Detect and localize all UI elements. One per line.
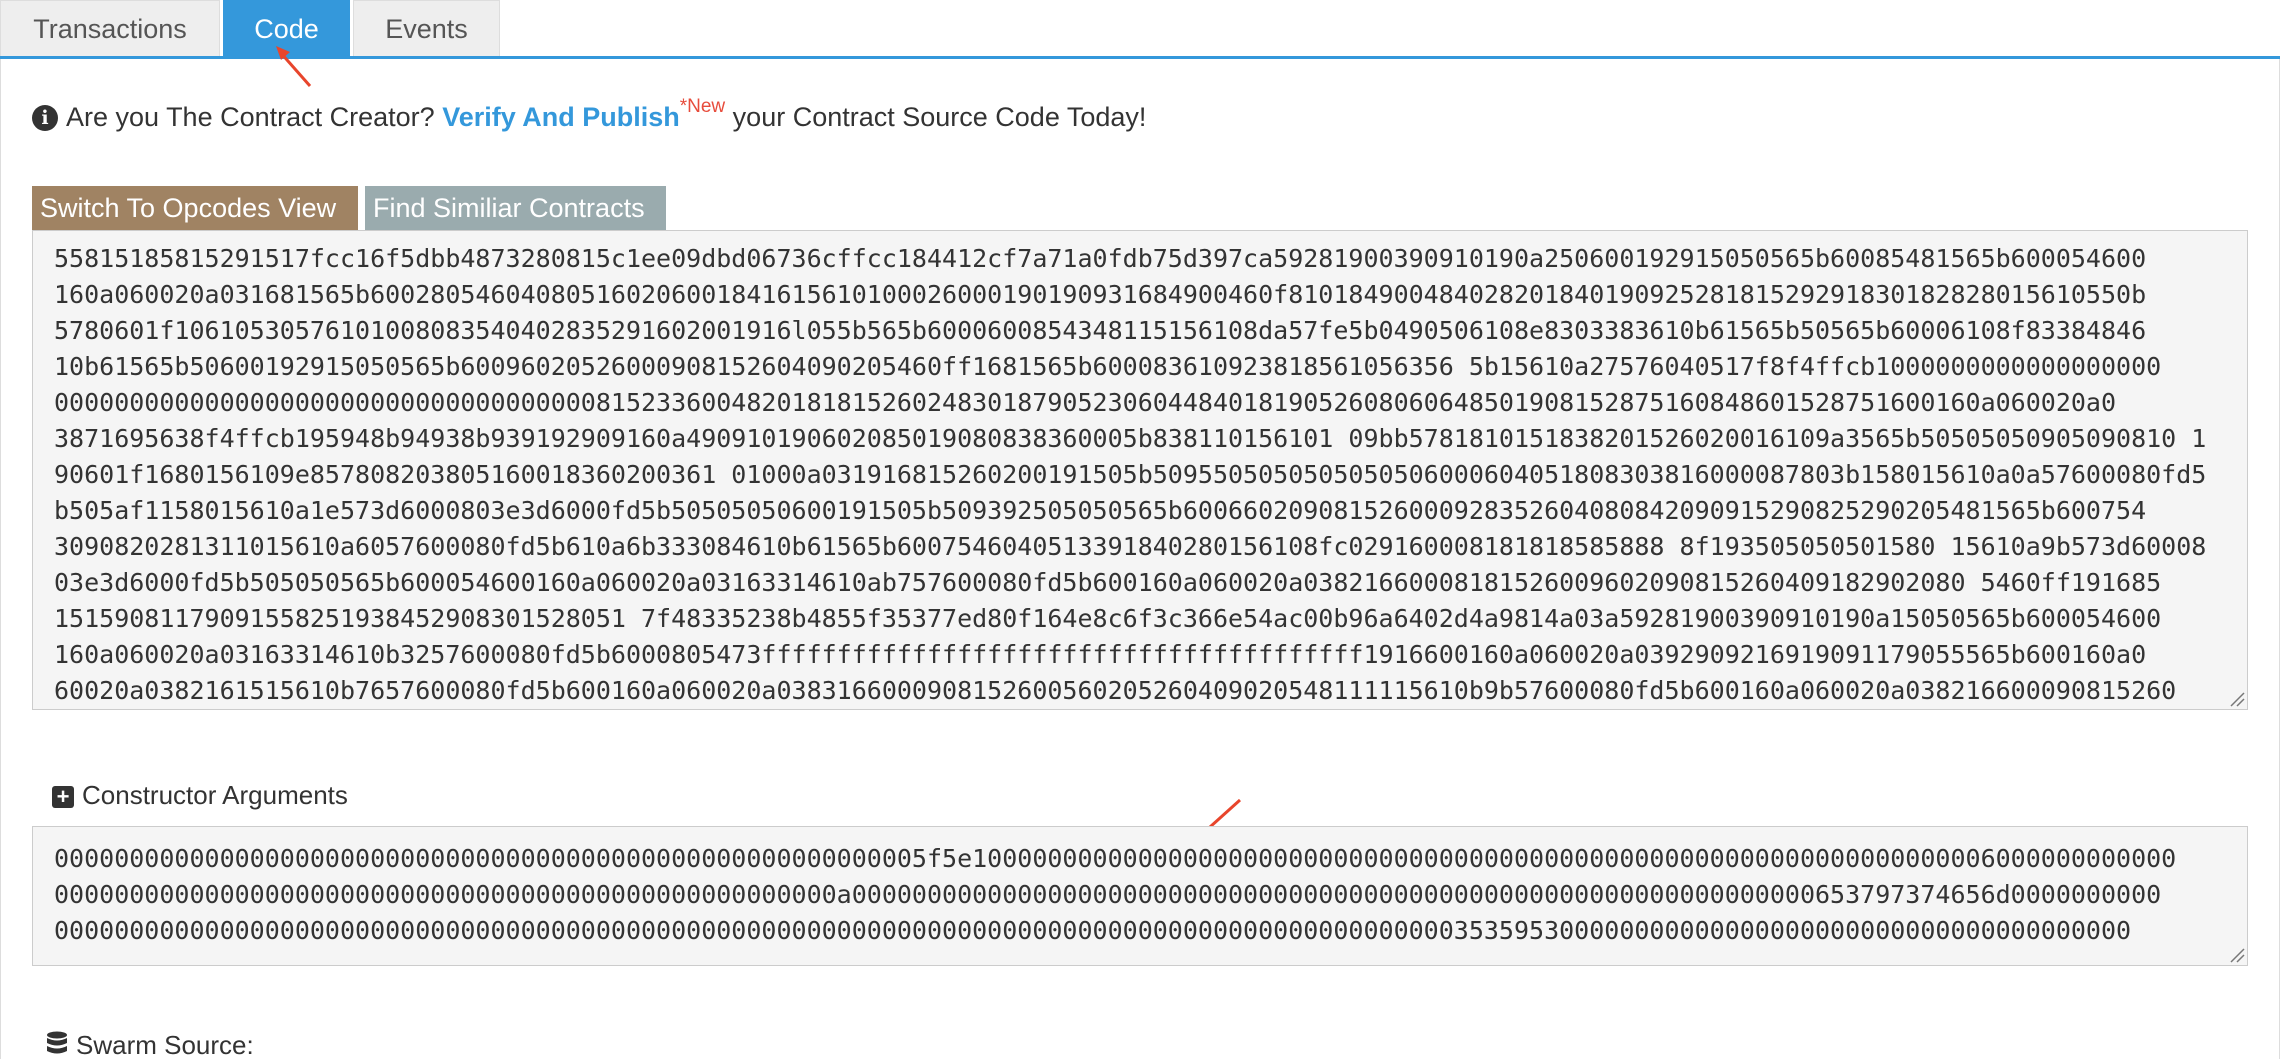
info-icon: i [32,105,58,131]
new-badge: *New [679,96,726,117]
plus-square-icon[interactable]: + [52,786,74,808]
switch-to-opcodes-button[interactable]: Switch To Opcodes View [32,186,358,230]
swarm-source-heading: Swarm Source: [46,1030,254,1061]
bytecode-textarea[interactable]: 55815185815291517fcc16f5dbb4873280815c1e… [32,230,2248,710]
bytecode-text: 55815185815291517fcc16f5dbb4873280815c1e… [54,244,2207,705]
verify-and-publish-link[interactable]: Verify And Publish [442,102,680,132]
constructor-arguments-label: Constructor Arguments [82,780,348,810]
notice-prefix: Are you The Contract Creator? [66,102,435,132]
constructor-arguments-textarea[interactable]: 0000000000000000000000000000000000000000… [32,826,2248,966]
swarm-source-label: Swarm Source: [76,1030,254,1060]
tab-events[interactable]: Events [353,0,500,56]
find-similar-contracts-button[interactable]: Find Similiar Contracts [365,186,666,230]
resize-handle-icon[interactable] [2227,689,2245,707]
resize-handle-icon[interactable] [2227,945,2245,963]
constructor-arguments-heading[interactable]: + Constructor Arguments [52,780,348,811]
tab-bar: Transactions Code Events [0,0,2280,59]
database-icon [47,1031,67,1054]
tab-transactions[interactable]: Transactions [0,0,220,56]
tab-code[interactable]: Code [223,0,350,56]
notice-suffix: your Contract Source Code Today! [732,102,1147,132]
contract-creator-notice: i Are you The Contract Creator? Verify An… [32,96,1147,133]
constructor-arguments-text: 0000000000000000000000000000000000000000… [54,844,2177,945]
